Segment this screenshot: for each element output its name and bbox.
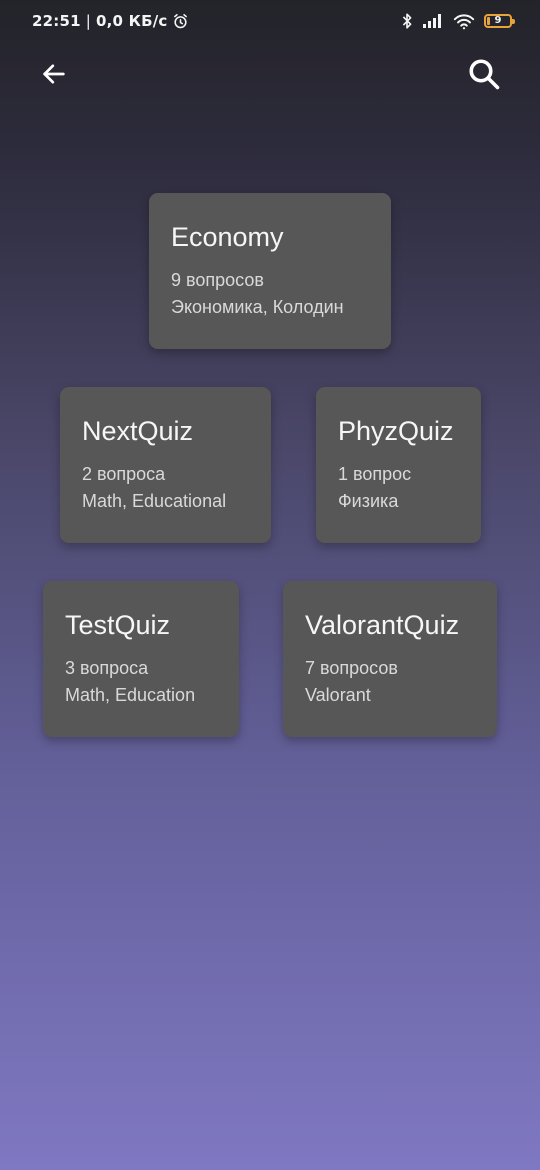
quiz-question-count: 2 вопроса: [82, 464, 166, 484]
search-icon: [469, 59, 500, 90]
status-separator: |: [85, 12, 92, 30]
quiz-question-count: 7 вопросов: [305, 658, 398, 678]
alarm-icon: [172, 13, 189, 30]
arrow-back-icon: [43, 64, 65, 84]
signal-icon: [422, 13, 444, 29]
network-speed: 0,0 КБ/с: [96, 12, 168, 30]
quiz-tags: Физика: [338, 491, 399, 511]
quiz-tags: Valorant: [305, 685, 371, 705]
quiz-card-valorantquiz[interactable]: ValorantQuiz 7 вопросов Valorant: [283, 581, 497, 737]
bluetooth-icon: [401, 12, 413, 30]
quiz-question-count: 1 вопрос: [338, 464, 412, 484]
search-button[interactable]: [462, 52, 506, 96]
status-bar-right: 9: [401, 12, 515, 30]
quiz-card-nextquiz[interactable]: NextQuiz 2 вопроса Math, Educational: [60, 387, 271, 543]
wifi-icon: [453, 13, 475, 30]
battery-fill: [487, 17, 490, 25]
quiz-card-testquiz[interactable]: TestQuiz 3 вопроса Math, Education: [43, 581, 239, 737]
quiz-question-count: 9 вопросов: [171, 270, 264, 290]
quiz-tags: Math, Educational: [82, 491, 227, 511]
status-bar: 22:51 | 0,0 КБ/с 9: [0, 0, 540, 48]
back-button[interactable]: [32, 52, 76, 96]
quiz-title: TestQuiz: [65, 610, 171, 640]
quiz-title: PhyzQuiz: [338, 416, 454, 446]
quiz-card-phyzquiz[interactable]: PhyzQuiz 1 вопрос Физика: [316, 387, 481, 543]
quiz-card-economy[interactable]: Economy 9 вопросов Экономика, Колодин: [149, 193, 391, 349]
quiz-title: Economy: [171, 222, 284, 252]
quiz-title: NextQuiz: [82, 416, 194, 446]
quiz-title: ValorantQuiz: [305, 610, 460, 640]
quiz-tags: Math, Education: [65, 685, 196, 705]
battery-icon: 9: [484, 14, 515, 28]
quiz-tags: Экономика, Колодин: [171, 297, 344, 317]
status-bar-left: 22:51 | 0,0 КБ/с: [32, 12, 189, 30]
status-time: 22:51: [32, 12, 81, 30]
quiz-question-count: 3 вопроса: [65, 658, 149, 678]
battery-level: 9: [494, 15, 502, 26]
